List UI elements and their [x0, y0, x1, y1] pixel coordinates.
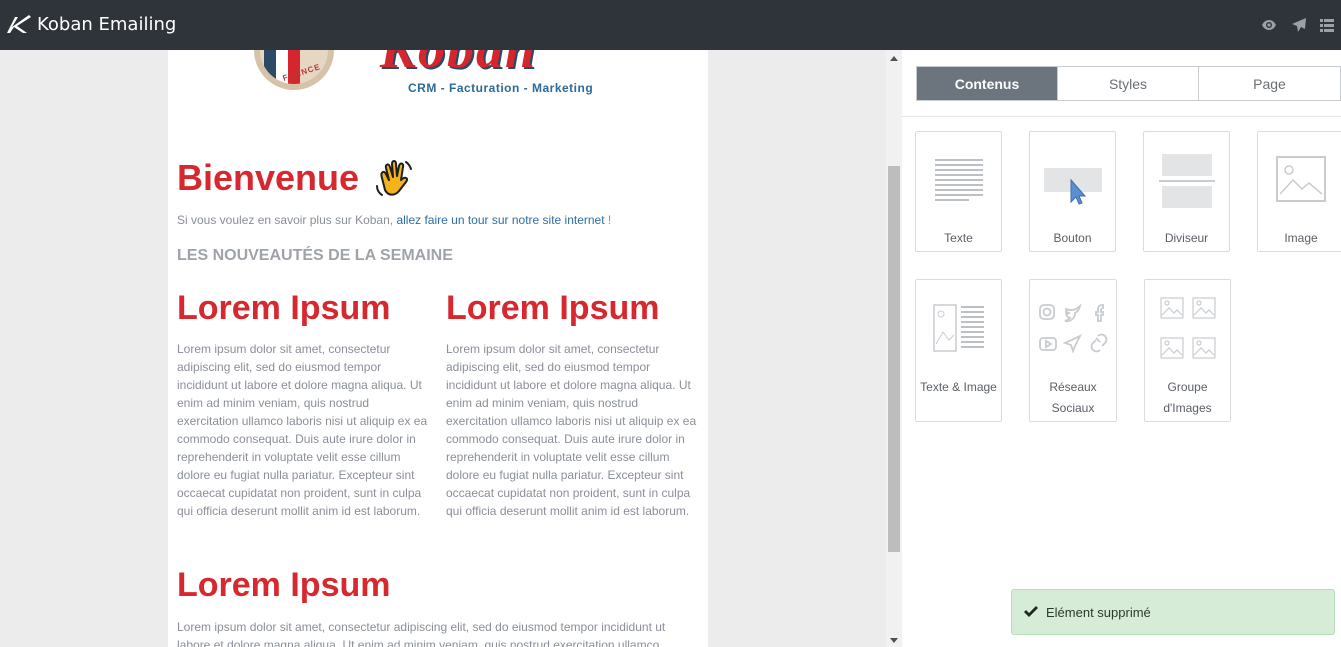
column-1-title[interactable]: Lorem Ipsum — [177, 289, 390, 328]
social-block-icon — [1039, 303, 1108, 354]
email-canvas: FRANCE Koban CRM - Facturation - Marketi… — [0, 50, 902, 647]
check-icon — [1024, 606, 1038, 617]
content-panel: Contenus Styles Page Texte Bouton Divise… — [902, 50, 1341, 647]
column-2-text[interactable]: Lorem ipsum dolor sit amet, consectetur … — [446, 340, 698, 520]
eye-icon[interactable] — [1261, 17, 1277, 33]
block-label: Image — [1284, 231, 1318, 245]
block-label: Réseaux Sociaux — [1049, 380, 1097, 415]
block-reseaux-sociaux[interactable]: Réseaux Sociaux — [1029, 279, 1117, 422]
block-texte-image[interactable]: Texte & Image — [915, 279, 1002, 422]
divider-block-icon — [1158, 154, 1215, 208]
image-group-block-icon — [1159, 297, 1216, 359]
toast-message: Elément supprimé — [1046, 605, 1151, 620]
intro-paragraph[interactable]: Si vous voulez en savoir plus sur Koban,… — [177, 213, 611, 227]
scroll-up-arrow-icon[interactable] — [890, 56, 898, 61]
menu-icon[interactable] — [1319, 17, 1335, 33]
tab-styles[interactable]: Styles — [1058, 67, 1199, 100]
text-image-block-icon — [932, 304, 984, 352]
koban-logo-icon[interactable] — [5, 13, 33, 35]
block-label: Texte — [944, 231, 973, 245]
image-block-icon — [1276, 156, 1326, 202]
site-link[interactable]: allez faire un tour sur notre site inter… — [396, 213, 604, 227]
email-preview[interactable]: FRANCE Koban CRM - Facturation - Marketi… — [168, 50, 708, 647]
block-diviseur[interactable]: Diviseur — [1143, 131, 1230, 252]
top-bar: Koban Emailing — [0, 0, 1341, 50]
app-title: Koban Emailing — [37, 14, 177, 35]
panel-divider — [902, 116, 1341, 117]
send-icon[interactable] — [1291, 17, 1307, 33]
panel-tabs: Contenus Styles Page — [916, 66, 1341, 101]
tab-page[interactable]: Page — [1199, 67, 1340, 100]
block-groupe-images[interactable]: Groupe d'Images — [1144, 279, 1231, 422]
tab-contenus[interactable]: Contenus — [917, 67, 1058, 100]
waving-hand-icon — [376, 160, 412, 196]
column-2-title[interactable]: Lorem Ipsum — [446, 289, 659, 328]
welcome-heading[interactable]: Bienvenue — [177, 157, 359, 199]
block-texte[interactable]: Texte — [915, 131, 1002, 252]
brand-name: Koban — [380, 50, 537, 80]
section-3-title[interactable]: Lorem Ipsum — [177, 566, 390, 605]
section-3-text[interactable]: Lorem ipsum dolor sit amet, consectetur … — [177, 618, 697, 647]
intro-text: Si vous voulez en savoir plus sur Koban, — [177, 213, 397, 227]
button-block-icon — [1043, 168, 1102, 205]
scroll-down-arrow-icon[interactable] — [890, 638, 898, 643]
brand-tagline: CRM - Facturation - Marketing — [408, 81, 594, 95]
intro-suffix: ! — [604, 213, 612, 227]
block-label: Texte & Image — [920, 380, 997, 394]
block-image[interactable]: Image — [1257, 131, 1341, 252]
scroll-thumb[interactable] — [888, 166, 900, 552]
block-bouton[interactable]: Bouton — [1029, 131, 1116, 252]
block-label: Groupe d'Images — [1163, 380, 1212, 415]
block-label: Bouton — [1053, 231, 1092, 245]
success-toast[interactable]: Elément supprimé — [1011, 589, 1335, 635]
canvas-scrollbar[interactable] — [886, 50, 902, 647]
block-label: Diviseur — [1164, 231, 1209, 245]
column-1-text[interactable]: Lorem ipsum dolor sit amet, consectetur … — [177, 340, 429, 520]
text-block-icon — [934, 159, 983, 201]
news-title[interactable]: LES NOUVEAUTÉS DE LA SEMAINE — [177, 247, 453, 265]
